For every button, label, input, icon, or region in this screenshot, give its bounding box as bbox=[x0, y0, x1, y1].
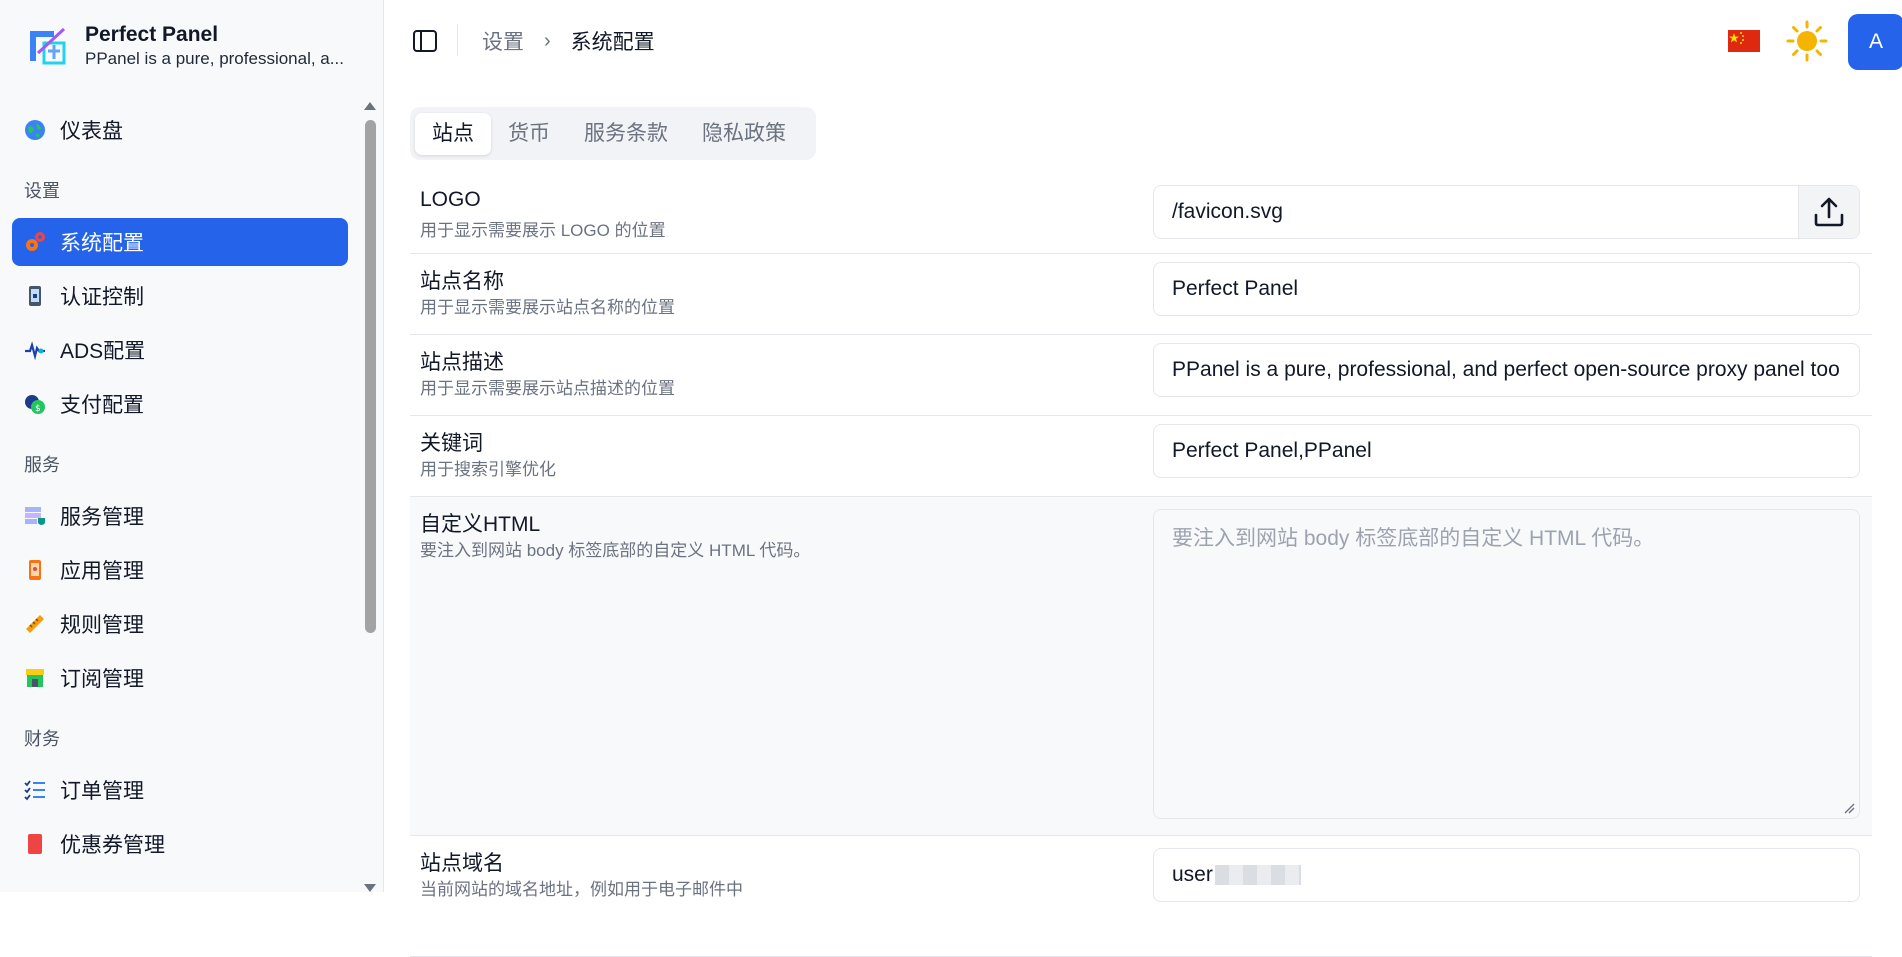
field-description: 用于显示需要展示站点名称的位置 bbox=[420, 298, 675, 317]
site-description-input[interactable]: PPanel is a pure, professional, and perf… bbox=[1153, 343, 1860, 397]
tab-terms[interactable]: 服务条款 bbox=[567, 113, 685, 155]
form-row-logo: LOGO 用于显示需要展示 LOGO 的位置 /favicon.svg bbox=[410, 177, 1872, 254]
redacted-text bbox=[1214, 865, 1301, 885]
server-shield-icon bbox=[24, 505, 46, 527]
field-title: 站点域名 bbox=[420, 852, 504, 875]
field-description: 当前网站的域名地址，例如用于电子邮件中 bbox=[420, 880, 743, 899]
field-title: 站点名称 bbox=[420, 270, 504, 293]
sidebar-item-label: ADS配置 bbox=[60, 340, 146, 363]
form-row-site-name: 站点名称 用于显示需要展示站点名称的位置 Perfect Panel bbox=[410, 254, 1872, 335]
sidebar-scrollbar-thumb[interactable] bbox=[365, 120, 376, 633]
coupon-icon bbox=[24, 833, 46, 855]
logo-value: /favicon.svg bbox=[1172, 200, 1283, 223]
sidebar-nav: 仪表盘 设置 系统配置 认证控制 ADS配置 $ 支付配置 服务 服务管理 应用… bbox=[12, 106, 348, 874]
field-description: 用于显示需要展示站点描述的位置 bbox=[420, 379, 675, 398]
sidebar-item-system-config[interactable]: 系统配置 bbox=[12, 218, 348, 266]
brand-description: PPanel is a pure, professional, a... bbox=[85, 49, 344, 68]
nav-group-label: 财务 bbox=[24, 729, 60, 749]
money-icon: $ bbox=[24, 393, 46, 415]
sidebar-toggle-icon[interactable] bbox=[412, 28, 438, 54]
resize-handle-icon[interactable] bbox=[1843, 802, 1855, 814]
gears-icon bbox=[24, 231, 46, 253]
form-row-custom-html: 自定义HTML 要注入到网站 body 标签底部的自定义 HTML 代码。 要注… bbox=[410, 497, 1872, 836]
breadcrumb: 设置 › 系统配置 bbox=[482, 26, 655, 56]
site-domain-input[interactable]: user bbox=[1153, 848, 1860, 902]
sidebar-item-subscription-management[interactable]: 订阅管理 bbox=[12, 654, 348, 702]
field-title: 关键词 bbox=[420, 432, 483, 455]
scroll-up-arrow[interactable] bbox=[364, 102, 376, 110]
breadcrumb-current: 系统配置 bbox=[570, 31, 655, 54]
globe-icon bbox=[24, 119, 46, 141]
site-settings-form: LOGO 用于显示需要展示 LOGO 的位置 /favicon.svg 站点名称… bbox=[410, 177, 1872, 957]
avatar[interactable]: A bbox=[1848, 14, 1902, 70]
site-description-value: PPanel is a pure, professional, and perf… bbox=[1172, 358, 1840, 381]
form-row-site-description: 站点描述 用于显示需要展示站点描述的位置 PPanel is a pure, p… bbox=[410, 335, 1872, 416]
site-domain-value: user bbox=[1172, 863, 1213, 886]
sidebar-item-auth-control[interactable]: 认证控制 bbox=[12, 272, 348, 320]
sidebar-item-order-management[interactable]: 订单管理 bbox=[12, 766, 348, 814]
field-title: 自定义HTML bbox=[420, 513, 541, 536]
nav-group-label: 设置 bbox=[24, 181, 60, 201]
keywords-input[interactable]: Perfect Panel,PPanel bbox=[1153, 424, 1860, 478]
custom-html-textarea[interactable]: 要注入到网站 body 标签底部的自定义 HTML 代码。 bbox=[1153, 509, 1860, 819]
sidebar-item-payment-config[interactable]: $ 支付配置 bbox=[12, 380, 348, 428]
field-description: 要注入到网站 body 标签底部的自定义 HTML 代码。 bbox=[420, 541, 811, 560]
breadcrumb-settings[interactable]: 设置 bbox=[482, 26, 524, 56]
sidebar-item-label: 规则管理 bbox=[60, 614, 144, 637]
chevron-right-icon: › bbox=[544, 29, 551, 52]
sidebar-item-label: 服务管理 bbox=[60, 506, 144, 529]
custom-html-placeholder: 要注入到网站 body 标签底部的自定义 HTML 代码。 bbox=[1172, 527, 1655, 550]
header-divider bbox=[457, 24, 458, 56]
site-name-input[interactable]: Perfect Panel bbox=[1153, 262, 1860, 316]
upload-icon bbox=[1814, 197, 1844, 227]
mobile-app-icon bbox=[24, 559, 46, 581]
store-icon bbox=[24, 667, 46, 689]
tab-privacy[interactable]: 隐私政策 bbox=[685, 113, 803, 155]
keywords-value: Perfect Panel,PPanel bbox=[1172, 439, 1372, 462]
pulse-icon bbox=[24, 339, 46, 361]
site-name-value: Perfect Panel bbox=[1172, 277, 1299, 300]
china-flag-icon[interactable] bbox=[1728, 30, 1760, 52]
brand[interactable]: Perfect Panel PPanel is a pure, professi… bbox=[24, 22, 344, 70]
sidebar-item-label: 仪表盘 bbox=[60, 120, 123, 143]
sidebar: Perfect Panel PPanel is a pure, professi… bbox=[0, 0, 384, 892]
sidebar-item-label: 订单管理 bbox=[60, 780, 144, 803]
field-title: 站点描述 bbox=[420, 351, 504, 374]
brand-name: Perfect Panel bbox=[85, 23, 219, 46]
sun-icon[interactable] bbox=[1786, 20, 1828, 62]
checklist-icon bbox=[24, 779, 46, 801]
sidebar-item-label: 优惠券管理 bbox=[60, 834, 165, 857]
sidebar-item-service-management[interactable]: 服务管理 bbox=[12, 492, 348, 540]
svg-text:$: $ bbox=[35, 404, 41, 414]
form-row-keywords: 关键词 用于搜索引擎优化 Perfect Panel,PPanel bbox=[410, 416, 1872, 497]
sidebar-item-app-management[interactable]: 应用管理 bbox=[12, 546, 348, 594]
sidebar-item-dashboard[interactable]: 仪表盘 bbox=[12, 106, 348, 154]
sidebar-item-coupon-management[interactable]: 优惠券管理 bbox=[12, 820, 348, 868]
logo-icon bbox=[30, 27, 66, 65]
settings-tabs: 站点 货币 服务条款 隐私政策 bbox=[410, 107, 816, 160]
sidebar-item-rule-management[interactable]: 规则管理 bbox=[12, 600, 348, 648]
tab-currency[interactable]: 货币 bbox=[491, 113, 567, 155]
scroll-down-arrow[interactable] bbox=[364, 884, 376, 892]
form-row-site-domain: 站点域名 当前网站的域名地址，例如用于电子邮件中 user bbox=[410, 836, 1872, 957]
tab-site[interactable]: 站点 bbox=[415, 112, 491, 155]
upload-button[interactable] bbox=[1798, 186, 1859, 238]
sidebar-item-label: 应用管理 bbox=[60, 560, 144, 583]
sidebar-item-label: 系统配置 bbox=[60, 232, 144, 255]
ruler-icon bbox=[24, 613, 46, 635]
sidebar-item-label: 认证控制 bbox=[60, 286, 144, 309]
field-description: 用于搜索引擎优化 bbox=[420, 460, 556, 479]
sidebar-item-label: 订阅管理 bbox=[60, 668, 144, 691]
field-title: LOGO bbox=[420, 188, 481, 211]
phone-lock-icon bbox=[24, 285, 46, 307]
sidebar-item-label: 支付配置 bbox=[60, 394, 144, 417]
nav-group-label: 服务 bbox=[24, 455, 60, 475]
sidebar-item-ads-config[interactable]: ADS配置 bbox=[12, 326, 348, 374]
field-description: 用于显示需要展示 LOGO 的位置 bbox=[420, 221, 666, 240]
logo-input[interactable]: /favicon.svg bbox=[1153, 185, 1860, 239]
